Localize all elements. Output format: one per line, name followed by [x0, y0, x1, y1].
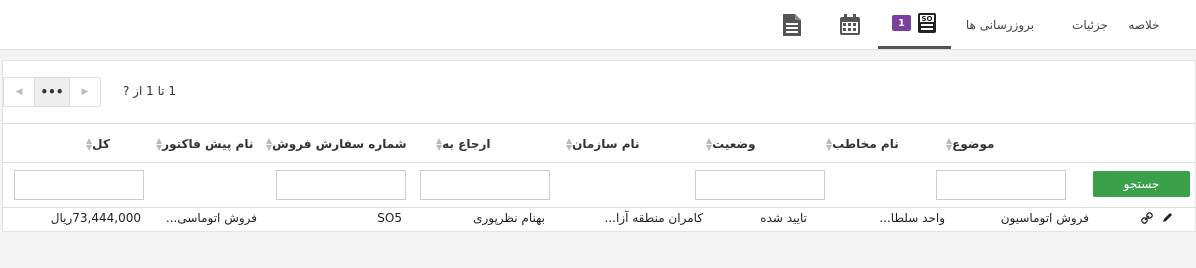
cell-subject: فروش اتوماسیون [1000, 211, 1089, 225]
sort-icon: ▲ ▼ [706, 136, 713, 152]
page: خلاصه جزئیات بروزرسانی ها 1 SO ◀ ••• ▶ 1… [0, 0, 1196, 268]
table-row[interactable]: فروش اتوماسیون واحد سلطا... تایید شده کا… [3, 207, 1195, 229]
cell-so-number[interactable]: SO5 [377, 211, 402, 225]
assigned-to-filter-input[interactable] [420, 170, 550, 200]
sales-orders-panel: ◀ ••• ▶ 1 تا 1 از ? موضوع ▲ ▼ نام مخاطب ▲ ▼ … [2, 60, 1196, 232]
column-organization-label: نام سازمان [572, 137, 640, 151]
tab-updates-label: بروزرسانی ها [965, 17, 1035, 32]
column-contact-label: نام مخاطب [832, 137, 899, 151]
sales-orders-count-badge: 1 [892, 15, 911, 31]
so-number-filter-input[interactable] [276, 170, 406, 200]
table-header: موضوع ▲ ▼ نام مخاطب ▲ ▼ وضعیت ▲ ▼ نام سازمان ▲ ▼… [3, 123, 1195, 163]
search-button-label: جستجو [1123, 177, 1160, 191]
column-header-status[interactable]: وضعیت ▲ ▼ [703, 124, 825, 164]
tab-documents[interactable] [770, 0, 814, 49]
sort-icon: ▲ ▼ [946, 136, 953, 152]
column-header-assigned-to[interactable]: ارجاع به ▲ ▼ [433, 124, 550, 164]
cell-assigned-to: بهنام نظرپوری [473, 211, 545, 225]
column-subject-label: موضوع [952, 137, 995, 151]
next-page-button[interactable]: ▶ [69, 77, 101, 107]
cell-total: 73,444,000ریال [50, 211, 141, 225]
sort-icon: ▲ ▼ [86, 136, 93, 152]
column-header-quote-name[interactable]: نام پیش فاکتور ▲ ▼ [153, 124, 263, 164]
tab-sales-orders[interactable]: 1 SO [878, 0, 951, 49]
tab-details-label: جزئیات [1072, 17, 1108, 32]
calendar-icon [839, 13, 861, 36]
link-icon[interactable] [1141, 212, 1153, 227]
edit-pencil-icon[interactable] [1161, 212, 1173, 227]
tab-summary-label: خلاصه [1128, 17, 1160, 32]
so-document-icon: SO [917, 12, 937, 34]
sort-icon: ▲ ▼ [436, 136, 443, 152]
column-so-number-label: شماره سفارش فروش [272, 137, 407, 151]
column-total-label: کل [92, 137, 110, 151]
sort-icon: ▲ ▼ [266, 136, 273, 152]
column-header-contact[interactable]: نام مخاطب ▲ ▼ [823, 124, 923, 164]
tab-details[interactable]: جزئیات [1050, 0, 1130, 49]
column-header-organization[interactable]: نام سازمان ▲ ▼ [563, 124, 683, 164]
column-status-label: وضعیت [712, 137, 756, 151]
column-header-subject[interactable]: موضوع ▲ ▼ [943, 124, 1067, 164]
sort-icon: ▲ ▼ [566, 136, 573, 152]
tab-bar: خلاصه جزئیات بروزرسانی ها 1 SO [0, 0, 1196, 50]
column-header-total[interactable]: کل ▲ ▼ [83, 124, 145, 164]
more-pages-button[interactable]: ••• [34, 77, 70, 107]
sort-icon: ▲ ▼ [156, 136, 163, 152]
tab-updates[interactable]: بروزرسانی ها [955, 0, 1045, 49]
chevron-right-icon: ▶ [81, 87, 89, 97]
column-assigned-to-label: ارجاع به [442, 137, 491, 151]
subject-filter-input[interactable] [936, 170, 1066, 200]
search-button[interactable]: جستجو [1093, 171, 1190, 197]
tab-calendar[interactable] [828, 0, 872, 49]
row-actions [1141, 212, 1173, 227]
more-pages-label: ••• [40, 85, 64, 99]
previous-page-button[interactable]: ◀ [3, 77, 35, 107]
pagination-info: 1 تا 1 از ? [123, 84, 177, 98]
sort-icon: ▲ ▼ [826, 136, 833, 152]
cell-contact[interactable]: واحد سلطا... [879, 211, 945, 225]
cell-quote-name[interactable]: فروش اتوماسی... [166, 211, 257, 225]
cell-status: تایید شده [760, 211, 807, 225]
file-icon [782, 13, 802, 37]
status-filter-input[interactable] [695, 170, 825, 200]
chevron-left-icon: ◀ [15, 87, 23, 97]
column-quote-name-label: نام پیش فاکتور [162, 137, 254, 151]
column-header-so-number[interactable]: شماره سفارش فروش ▲ ▼ [263, 124, 407, 164]
svg-text:SO: SO [922, 15, 933, 23]
total-filter-input[interactable] [14, 170, 144, 200]
cell-organization[interactable]: کامران منطقه آزا... [605, 211, 704, 225]
